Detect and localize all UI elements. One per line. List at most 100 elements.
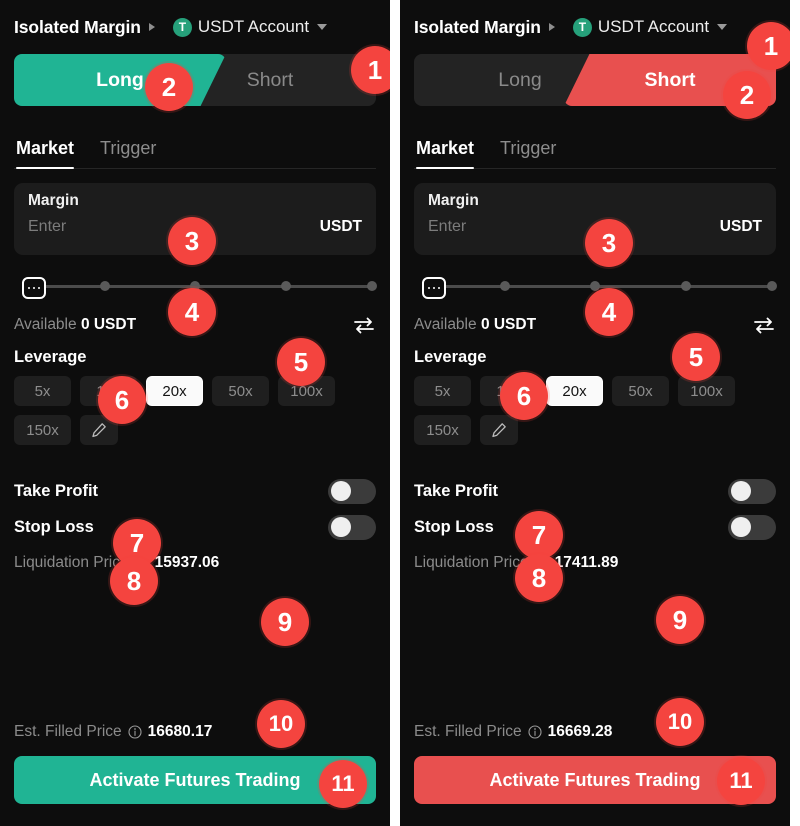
available-value: 0 USDT [480,316,537,333]
trading-panel-short: Isolated Margin T USDT Account Long Shor… [400,0,790,826]
available-value: 0 USDT [80,316,137,333]
leverage-5x[interactable]: 5x [14,376,71,406]
slider-stop-75[interactable] [280,281,291,291]
chevron-down-icon[interactable] [717,24,728,30]
take-profit-toggle[interactable] [728,478,776,504]
margin-label: Margin [428,192,479,209]
stop-loss-toggle[interactable] [728,514,776,540]
available-label: Available 0 USDT [414,316,536,334]
info-icon[interactable] [528,725,542,739]
callout-badge-7: 7 [515,511,563,559]
take-profit-row: Take Profit [14,473,376,509]
leverage-150x[interactable]: 150x [14,415,71,445]
tab-trigger[interactable]: Trigger [100,138,156,168]
slider-stop-25[interactable] [99,281,110,291]
leverage-50x[interactable]: 50x [212,376,269,406]
callout-badge-8: 8 [110,557,158,605]
available-text: Available [414,316,477,333]
slider-stop-75[interactable] [680,281,691,291]
callout-badge-4: 4 [585,288,633,336]
take-profit-label: Take Profit [14,481,99,500]
callout-badge-2: 2 [723,71,771,119]
available-text: Available [14,316,77,333]
liquidation-price-label: Liquidation Price [14,554,129,571]
slider-stop-25[interactable] [499,281,510,291]
account-selector[interactable]: T USDT Account [572,17,728,37]
margin-mode-label[interactable]: Isolated Margin [14,17,141,38]
callout-badge-5: 5 [672,333,720,381]
liquidation-price-row: Liquidation Price 17411.89 [414,551,776,575]
callout-badge-6: 6 [500,372,548,420]
toggle-knob [731,481,751,501]
callout-badge-11: 11 [717,757,765,805]
leverage-20x[interactable]: 20x [546,376,603,406]
usdt-coin-letter: T [578,20,587,34]
order-type-tabs: Market Trigger [14,122,376,169]
callout-badge-9: 9 [656,596,704,644]
chevron-right-icon[interactable] [148,23,155,31]
est-filled-price-value: 16669.28 [547,723,613,740]
take-profit-toggle[interactable] [328,478,376,504]
leverage-150x[interactable]: 150x [414,415,471,445]
side-toggle-group: Long Short [414,54,776,106]
info-icon[interactable] [128,725,142,739]
available-label: Available 0 USDT [14,316,136,334]
margin-unit-label: USDT [319,218,362,235]
leverage-5x[interactable]: 5x [414,376,471,406]
callout-badge-5: 5 [277,338,325,386]
est-filled-price-value: 16680.17 [147,723,213,740]
panel-header: Isolated Margin T USDT Account [414,0,776,50]
short-button-label: Short [246,68,294,91]
stop-loss-toggle[interactable] [328,514,376,540]
callout-badge-4: 4 [168,288,216,336]
slider-handle[interactable] [422,277,446,299]
toggle-knob [331,517,351,537]
callout-badge-1: 1 [747,22,790,70]
est-filled-price-row: Est. Filled Price 16669.28 [414,720,776,744]
tab-market[interactable]: Market [16,138,75,169]
stop-loss-label: Stop Loss [14,517,94,536]
account-label: USDT Account [197,17,310,36]
take-profit-row: Take Profit [414,473,776,509]
leverage-title: Leverage [414,348,487,366]
pencil-icon [492,423,506,438]
callout-badge-10: 10 [656,698,704,746]
margin-mode-label[interactable]: Isolated Margin [414,17,541,38]
callout-badge-11: 11 [319,760,367,808]
panel-header: Isolated Margin T USDT Account [14,0,376,50]
usdt-coin-letter: T [178,20,187,34]
slider-stop-100[interactable] [367,281,378,291]
long-button-label: Long [96,68,144,91]
toggle-knob [331,481,351,501]
leverage-custom-button[interactable] [480,415,518,445]
tp-sl-section: Take Profit Stop Loss Liquidation Price … [14,473,376,575]
take-profit-label: Take Profit [414,481,499,500]
leverage-20x[interactable]: 20x [146,376,203,406]
liquidation-price-value: 15937.06 [154,554,220,571]
usdt-coin-icon: T [572,17,592,37]
margin-unit-label: USDT [719,218,762,235]
stop-loss-row: Stop Loss [14,509,376,545]
toggle-knob [731,517,751,537]
screenshot-root: Isolated Margin T USDT Account Long Shor… [0,0,800,826]
chevron-down-icon[interactable] [317,24,328,30]
leverage-100x[interactable]: 100x [678,376,735,406]
tab-market[interactable]: Market [416,138,475,169]
swap-icon[interactable] [752,315,776,335]
callout-badge-8: 8 [515,554,563,602]
leverage-50x[interactable]: 50x [612,376,669,406]
liquidation-price-label: Liquidation Price [414,554,529,571]
slider-stop-100[interactable] [767,281,778,291]
liquidation-price-value: 17411.89 [554,554,619,571]
swap-icon[interactable] [352,315,376,335]
callout-badge-6: 6 [98,376,146,424]
margin-label: Margin [28,192,79,209]
tab-trigger[interactable]: Trigger [500,138,556,168]
long-button[interactable]: Long [14,54,226,106]
account-selector[interactable]: T USDT Account [172,17,328,37]
chevron-right-icon[interactable] [548,23,555,31]
leverage-options: 5x 10x 20x 50x 100x 150x [414,376,776,445]
slider-handle[interactable] [22,277,46,299]
liquidation-price-row: Liquidation Price 15937.06 [14,551,376,575]
order-type-tabs: Market Trigger [414,122,776,169]
